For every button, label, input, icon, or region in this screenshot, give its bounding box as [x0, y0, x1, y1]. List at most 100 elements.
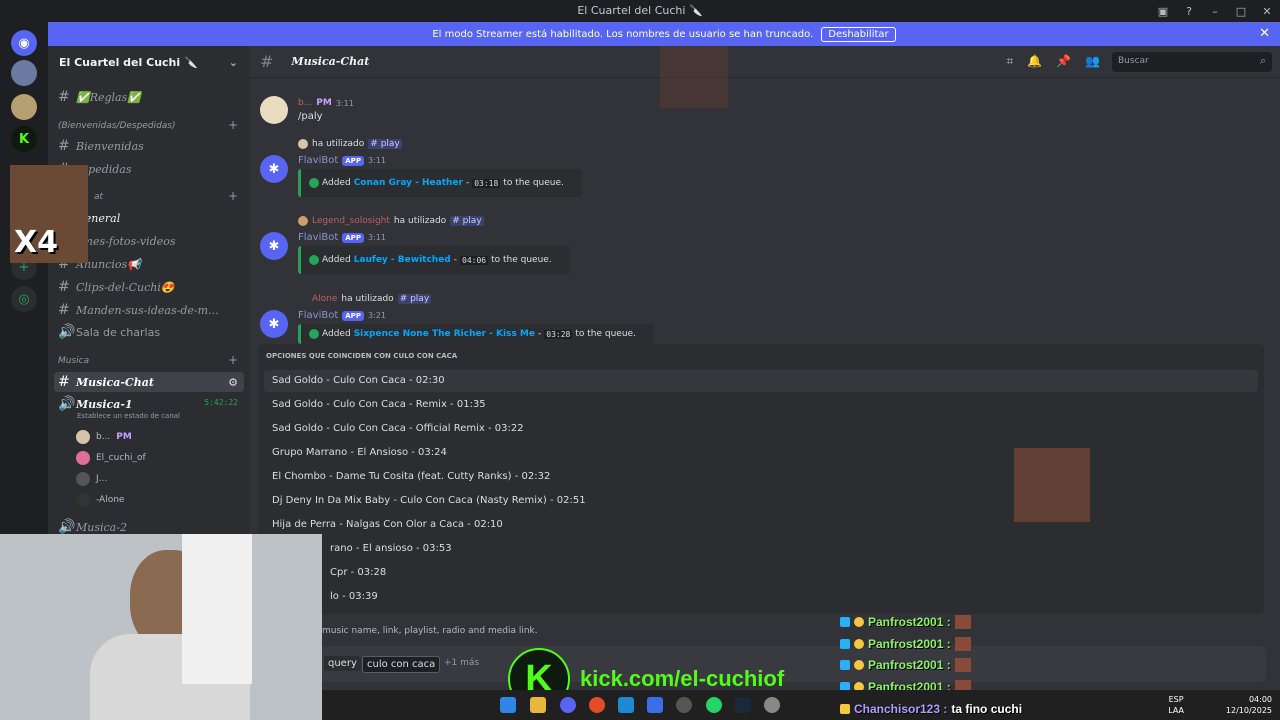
add-channel-icon[interactable]: + [228, 118, 238, 132]
voice-channel-musica-2[interactable]: 🔊 Musica-2 [58, 519, 127, 535]
inbox-icon[interactable]: ▣ [1150, 5, 1176, 18]
banner-close-icon[interactable]: ✕ [1259, 26, 1270, 41]
meme-image [660, 46, 728, 108]
bot-embed: Added Conan Gray - Heather - 03:18 to th… [298, 169, 582, 197]
speaker-icon: 🔊 [58, 324, 76, 340]
members-icon[interactable]: 👥 [1085, 54, 1100, 69]
more-options[interactable]: +1 más [444, 658, 479, 668]
autocomplete-option[interactable]: Cpr - 03:28 [264, 562, 1258, 584]
help-icon[interactable]: ? [1176, 5, 1202, 18]
autocomplete-option[interactable]: lo - 03:39 [264, 586, 1258, 608]
voice-timer: 5:42:22 [204, 398, 238, 407]
song-link[interactable]: Sixpence None The Richer - Kiss Me [354, 329, 535, 339]
app-icon[interactable] [647, 697, 663, 713]
hash-icon: # [58, 138, 70, 154]
autocomplete-option[interactable]: Sad Goldo - Culo Con Caca - Official Rem… [264, 418, 1258, 440]
spotify-icon [309, 329, 319, 339]
discord-icon[interactable] [560, 697, 576, 713]
channel-clips[interactable]: # Clips-del-Cuchi😍 [58, 279, 175, 295]
channel-ideas[interactable]: # Manden-sus-ideas-de-m... [58, 302, 219, 318]
chat-line: Panfrost2001 : [840, 615, 971, 629]
voice-user[interactable]: b... PM [76, 430, 132, 444]
windows-start-icon[interactable] [500, 697, 516, 713]
file-explorer-icon[interactable] [530, 697, 546, 713]
song-link[interactable]: Laufey - Bewitched [354, 255, 451, 265]
autocomplete-option[interactable]: Dj Deny In Da Mix Baby - Culo Con Caca (… [264, 490, 1258, 512]
voice-user[interactable]: -Alone [76, 493, 124, 507]
bot-author: FlaviBot APP 3:11 [298, 232, 386, 243]
voice-user[interactable]: El_cuchi_of [76, 451, 146, 465]
autocomplete-option[interactable]: Hija de Perra - Nalgas Con Olor a Caca -… [264, 514, 1258, 536]
language-indicator[interactable]: ESP LAA [1168, 694, 1184, 716]
threads-icon[interactable]: ⌗ [1006, 54, 1013, 69]
chrome-icon[interactable] [589, 697, 605, 713]
voice-channel-charlas[interactable]: 🔊 Sala de charlas [58, 324, 160, 340]
steam-icon[interactable] [735, 697, 751, 713]
channel-settings-icon[interactable]: ⚙ [228, 376, 238, 389]
avatar [76, 430, 90, 444]
spotify-icon [309, 178, 319, 188]
maximize-icon[interactable]: □ [1228, 5, 1254, 18]
song-link[interactable]: Conan Gray - Heather [354, 178, 463, 188]
voice-user[interactable]: J... [76, 472, 107, 486]
chat-header: # Musica-Chat ⌗ 🔔 📌 👥 Buscar ⌕ [250, 46, 1280, 78]
voice-status[interactable]: Establece un estado de canal [77, 412, 180, 420]
autocomplete-header: OPCIONES QUE COINCIDEN CON CULO CON CACA [266, 352, 458, 360]
autocomplete-option[interactable]: Sad Goldo - Culo Con Caca - Remix - 01:3… [264, 394, 1258, 416]
category-music[interactable]: Musica [58, 356, 89, 366]
settings-icon[interactable] [764, 697, 780, 713]
add-channel-icon[interactable]: + [228, 353, 238, 367]
command-param-value[interactable]: culo con caca [362, 656, 441, 673]
bot-author: FlaviBot APP 3:11 [298, 155, 386, 166]
autocomplete-option[interactable]: Sad Goldo - Culo Con Caca - 02:30 [264, 370, 1258, 392]
hash-icon: # [260, 52, 274, 71]
emote-icon [954, 658, 971, 672]
avatar [298, 139, 308, 149]
badge-icon [854, 639, 864, 649]
slash-command[interactable]: # play [450, 216, 484, 226]
server-icon[interactable] [11, 60, 37, 86]
clock[interactable]: 04:00 12/10/2025 [1226, 694, 1272, 716]
server-icon[interactable] [11, 94, 37, 120]
server-name[interactable]: El Cuartel del Cuchi 🔪 ⌄ [48, 46, 250, 78]
chat-line: Panfrost2001 : [840, 637, 971, 651]
channel-musica-chat[interactable]: # Musica-Chat ⚙ [54, 372, 244, 392]
meme-image [1014, 448, 1090, 522]
bot-avatar: ✱ [260, 155, 288, 183]
category-chat[interactable]: at [94, 192, 103, 202]
kick-url: kick.com/el-cuchiof [580, 666, 785, 691]
slash-command[interactable]: # play [368, 139, 402, 149]
channel-bienvenidas[interactable]: # Bienvenidas [58, 138, 144, 154]
bot-embed: Added Sixpence None The Richer - Kiss Me… [298, 324, 654, 344]
autocomplete-option[interactable]: Grupo Marrano - El Ansioso - 03:24 [264, 442, 1258, 464]
command-param-name[interactable]: query [324, 656, 361, 671]
category-welcome[interactable]: (Bienvenidas/Despedidas) [58, 121, 176, 131]
chat-line: Chanchisor123 : ta fino cuchi [840, 702, 1022, 716]
search-icon: ⌕ [1259, 54, 1266, 67]
window-title: El Cuartel del Cuchi 🔪 [577, 4, 703, 17]
bell-icon[interactable]: 🔔 [1027, 54, 1042, 69]
hash-icon: # [58, 89, 70, 105]
vscode-icon[interactable] [618, 697, 634, 713]
slash-command[interactable]: # play [397, 294, 432, 304]
kick-server-icon[interactable]: K [11, 126, 37, 152]
chat-line: Panfrost2001 : [840, 658, 971, 672]
command-reference: ha utilizado # play [298, 139, 402, 149]
meme-overlay: X4 [10, 165, 88, 263]
discord-home-icon[interactable]: ◉ [11, 30, 37, 56]
minimize-icon[interactable]: – [1202, 5, 1228, 18]
whatsapp-icon[interactable] [706, 697, 722, 713]
emote-icon [954, 615, 971, 629]
close-icon[interactable]: ✕ [1254, 5, 1280, 18]
explore-icon[interactable]: ◎ [11, 286, 37, 312]
pin-icon[interactable]: 📌 [1056, 54, 1071, 69]
disable-streamer-button[interactable]: Deshabilitar [821, 26, 896, 42]
obs-icon[interactable] [676, 697, 692, 713]
add-channel-icon[interactable]: + [228, 189, 238, 203]
voice-channel-musica-1[interactable]: 🔊 Musica-1 [58, 396, 133, 412]
avatar [260, 96, 288, 124]
search-input[interactable]: Buscar ⌕ [1112, 52, 1272, 72]
autocomplete-option[interactable]: rano - El ansioso - 03:53 [264, 538, 1258, 560]
channel-reglas[interactable]: # ✅Reglas✅ [58, 89, 141, 105]
autocomplete-option[interactable]: El Chombo - Dame Tu Cosita (feat. Cutty … [264, 466, 1258, 488]
